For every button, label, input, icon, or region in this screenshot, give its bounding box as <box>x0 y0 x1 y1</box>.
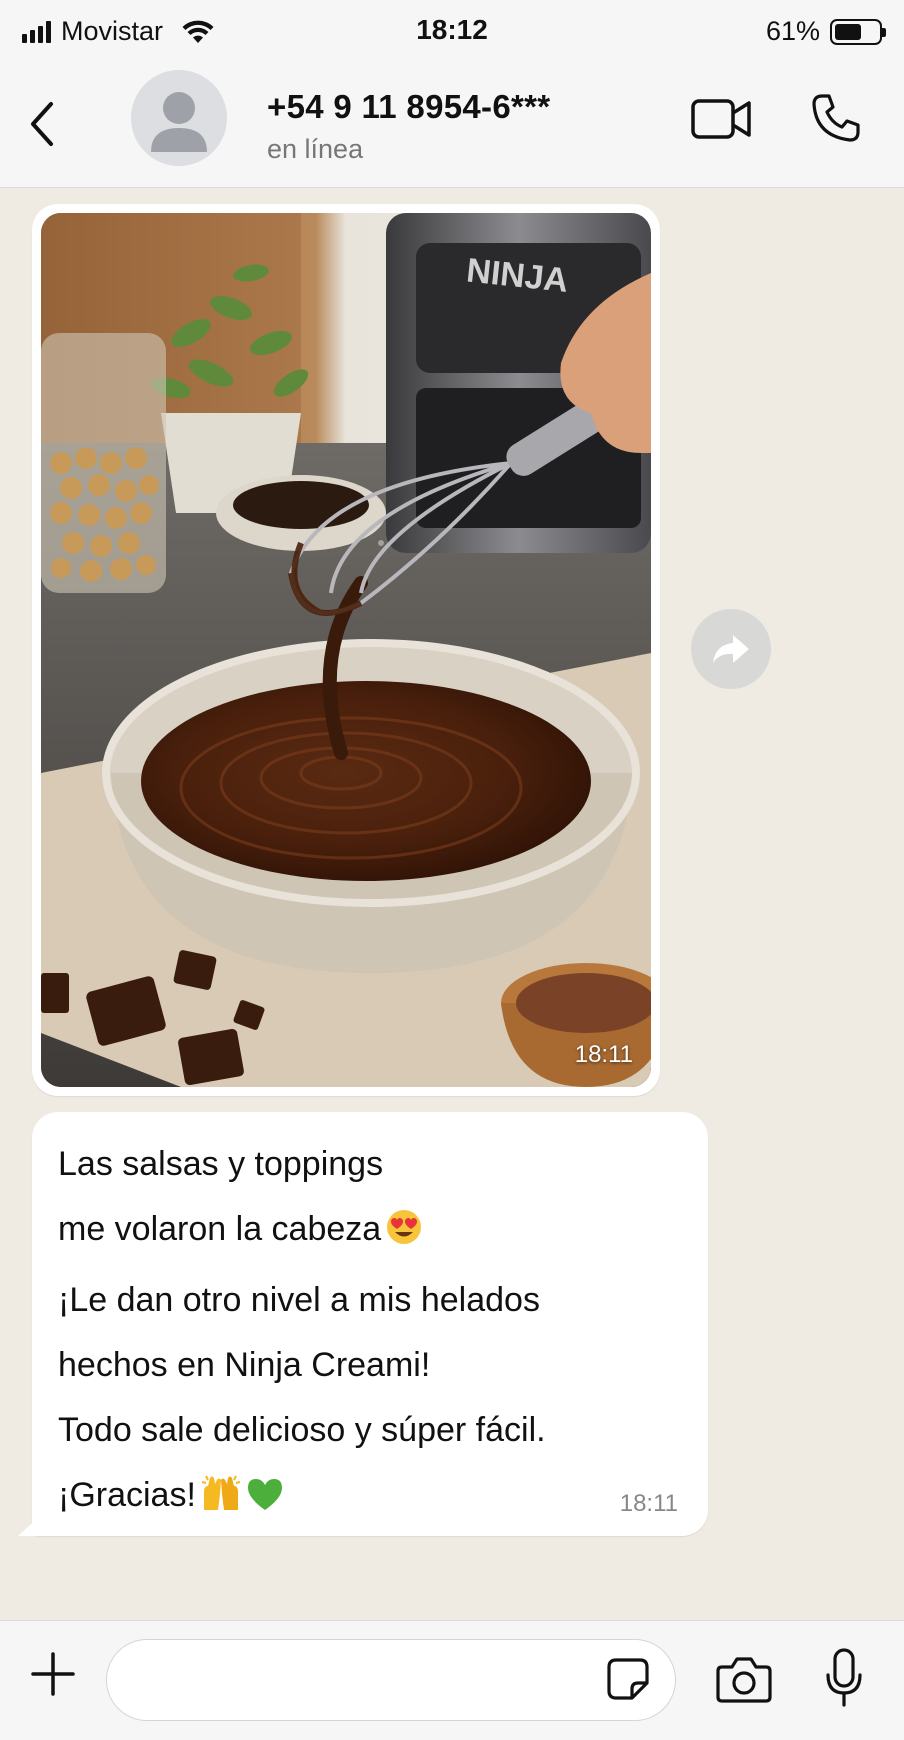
attach-button[interactable] <box>30 1651 76 1697</box>
microphone-button[interactable] <box>824 1647 864 1711</box>
raised-hands-emoji <box>200 1469 242 1534</box>
input-bar <box>0 1620 904 1740</box>
green-heart-emoji <box>246 1469 284 1534</box>
message-photo[interactable]: NINJA 18:11 <box>41 213 651 1087</box>
chocolate-sauce-photo: NINJA <box>41 213 651 1087</box>
plus-icon <box>31 1652 75 1696</box>
sticker-icon <box>607 1658 649 1700</box>
message-input[interactable] <box>106 1639 676 1721</box>
battery-fill <box>835 23 861 40</box>
text-message-time: 18:11 <box>619 1490 678 1517</box>
message-body: Las salsas y toppings me volaron la cabe… <box>58 1132 546 1534</box>
voice-call-button[interactable] <box>808 90 864 146</box>
avatar-placeholder-icon <box>151 92 207 152</box>
forward-button[interactable] <box>691 609 771 689</box>
text-message-bubble[interactable]: Las salsas y toppings me volaron la cabe… <box>32 1112 708 1536</box>
image-message-time: 18:11 <box>574 1041 633 1068</box>
forward-arrow-icon <box>713 635 749 663</box>
battery-group: 61% <box>765 16 886 47</box>
contact-name[interactable]: +54 9 11 8954-6*** <box>267 88 550 126</box>
message-line: ¡Le dan otro nivel a mis helados <box>58 1281 540 1319</box>
message-line: me volaron la cabeza <box>58 1197 546 1268</box>
image-message-bubble[interactable]: NINJA 18:11 <box>32 204 660 1096</box>
message-line: Las salsas y toppings <box>58 1145 384 1183</box>
message-line: hechos en Ninja Creami! <box>58 1346 431 1384</box>
microphone-icon <box>826 1648 862 1707</box>
video-call-button[interactable] <box>690 92 754 146</box>
status-bar: Movistar 18:12 61% <box>0 0 904 62</box>
battery-percent: 61% <box>765 16 820 46</box>
avatar[interactable] <box>131 70 227 166</box>
contact-status: en línea <box>267 134 364 164</box>
chat-header: +54 9 11 8954-6*** en línea <box>0 62 904 188</box>
camera-button[interactable] <box>716 1653 772 1705</box>
phone-icon <box>812 94 860 142</box>
message-line: Todo sale delicioso y súper fácil. <box>58 1411 546 1449</box>
camera-icon <box>716 1657 772 1703</box>
message-line: ¡Gracias! <box>58 1463 546 1534</box>
battery-icon <box>830 18 886 45</box>
back-button[interactable] <box>20 94 64 154</box>
heart-eyes-emoji <box>385 1203 423 1268</box>
sticker-button[interactable] <box>606 1657 650 1701</box>
back-chevron-icon <box>31 102 53 146</box>
video-camera-icon <box>691 99 751 139</box>
